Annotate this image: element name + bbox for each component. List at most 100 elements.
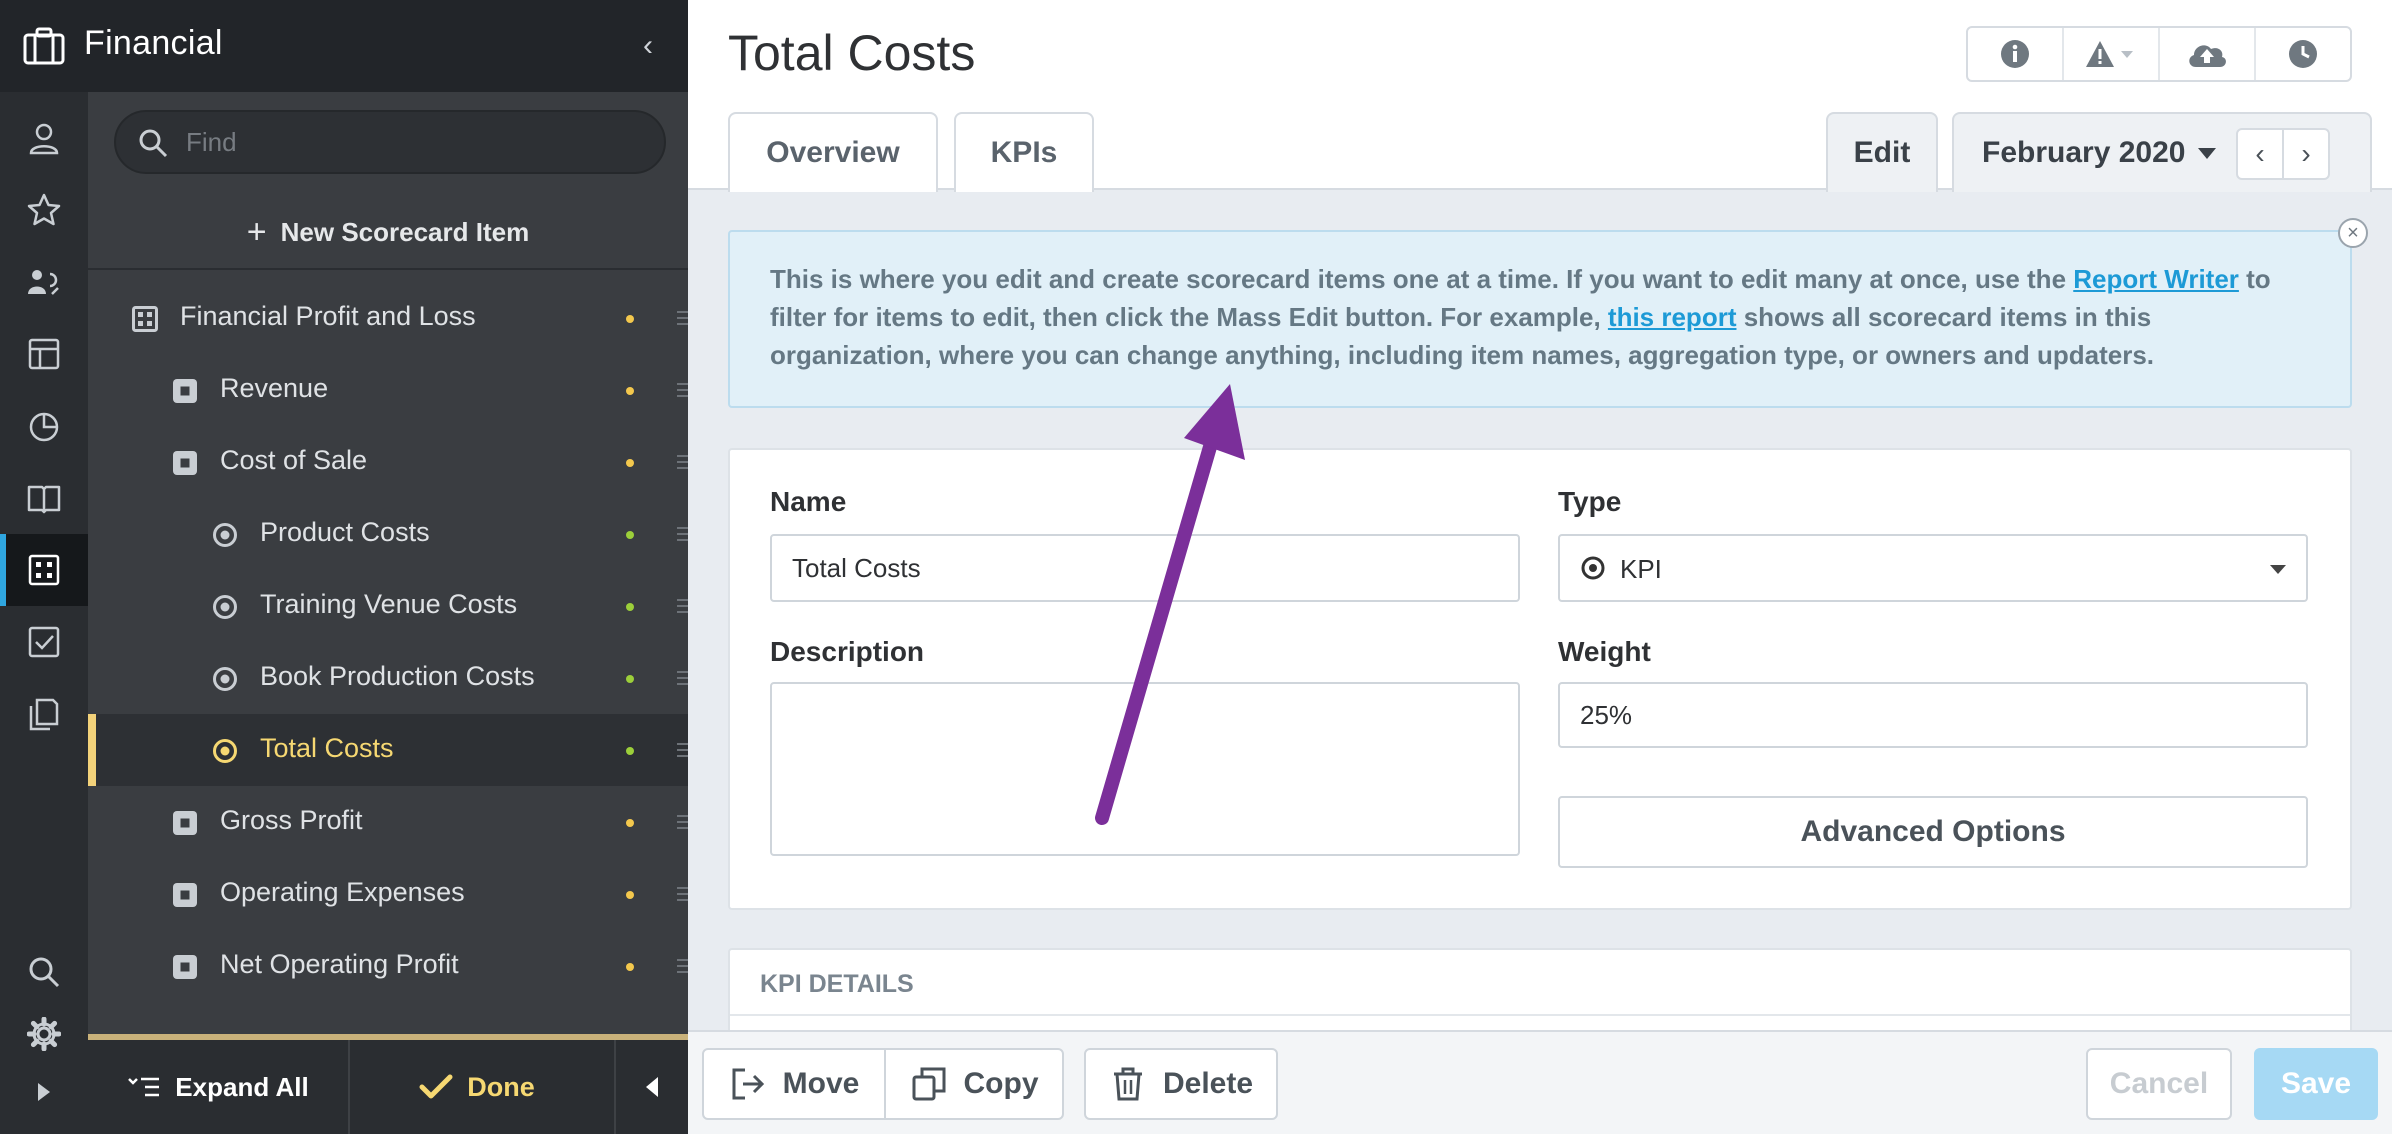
rail-gear-icon[interactable] <box>0 1004 88 1064</box>
move-icon <box>732 1068 764 1100</box>
tab-edit[interactable]: Edit <box>1826 112 1938 192</box>
rail-pie-chart-icon[interactable] <box>0 390 88 462</box>
drag-handle-icon[interactable] <box>677 741 688 759</box>
rail-people-icon[interactable] <box>0 246 88 318</box>
action-bar: Move Copy Delete Cancel Save <box>688 1030 2392 1134</box>
drag-handle-icon[interactable] <box>677 525 688 543</box>
tree-item[interactable]: Financial Profit and Loss <box>88 282 688 354</box>
expand-rail-icon[interactable] <box>0 1062 88 1122</box>
tree-item-label: Financial Profit and Loss <box>180 301 476 331</box>
caret-left-icon <box>646 1077 658 1097</box>
tree-item-label: Cost of Sale <box>220 445 368 475</box>
sidebar-footer: Expand All Done <box>88 1034 688 1134</box>
tree-item[interactable]: Training Venue Costs <box>88 570 688 642</box>
drag-handle-icon[interactable] <box>677 813 688 831</box>
advanced-options-button[interactable]: Advanced Options <box>1558 796 2308 868</box>
tree-item[interactable]: Gross Profit <box>88 786 688 858</box>
kpi-icon <box>212 666 238 692</box>
find-field[interactable] <box>114 110 666 174</box>
rail-user-icon[interactable] <box>0 102 88 174</box>
history-icon <box>2289 40 2317 68</box>
status-dot <box>626 747 634 755</box>
new-scorecard-item-button[interactable]: + New Scorecard Item <box>88 196 688 270</box>
info-button[interactable] <box>1968 28 2064 80</box>
collapse-tree-button[interactable] <box>614 1040 688 1134</box>
tree-item[interactable]: Revenue <box>88 354 688 426</box>
collapse-sidebar-icon[interactable]: ‹ <box>630 28 666 64</box>
description-textarea[interactable] <box>770 682 1520 856</box>
drag-handle-icon[interactable] <box>677 309 688 327</box>
rail-scorecard-icon[interactable] <box>0 534 88 606</box>
new-scorecard-item-label: New Scorecard Item <box>280 216 530 247</box>
rail-checkbox-icon[interactable] <box>0 606 88 678</box>
tab-overview[interactable]: Overview <box>728 112 938 192</box>
period-selector[interactable]: February 2020 ‹ › <box>1952 112 2372 192</box>
previous-period-button[interactable]: ‹ <box>2236 128 2284 180</box>
status-dot <box>626 387 634 395</box>
period-caret-icon <box>2198 148 2216 159</box>
type-select[interactable]: KPI <box>1558 534 2308 602</box>
weight-label: Weight <box>1558 636 1651 667</box>
expand-tree-icon <box>128 1077 160 1097</box>
find-input[interactable] <box>186 122 646 162</box>
drag-handle-icon[interactable] <box>677 957 688 975</box>
report-writer-link[interactable]: Report Writer <box>2073 264 2239 294</box>
sidebar: Financial ‹ Find + New Scorecard Item Fi… <box>0 0 688 1134</box>
tree-item[interactable]: Cost of Sale <box>88 426 688 498</box>
kpi-type-icon <box>1581 556 1605 580</box>
move-label: Move <box>782 1067 860 1100</box>
rail-book-icon[interactable] <box>0 462 88 534</box>
drag-handle-icon[interactable] <box>677 885 688 903</box>
next-period-button[interactable]: › <box>2282 128 2330 180</box>
status-dot <box>626 891 634 899</box>
tree-item[interactable]: Product Costs <box>88 498 688 570</box>
drag-handle-icon[interactable] <box>677 669 688 687</box>
weight-input[interactable] <box>1558 682 2308 748</box>
tree-item-label: Operating Expenses <box>220 877 465 907</box>
status-dot <box>626 963 634 971</box>
status-dot <box>626 675 634 683</box>
name-input[interactable] <box>770 534 1520 602</box>
status-dot <box>626 531 634 539</box>
done-label: Done <box>467 1071 535 1102</box>
kpi-icon <box>212 738 238 764</box>
rail-documents-icon[interactable] <box>0 678 88 750</box>
name-label: Name <box>770 486 847 517</box>
drag-handle-icon[interactable] <box>677 597 688 615</box>
tree-item[interactable]: Operating Expenses <box>88 858 688 930</box>
rail-search-icon[interactable] <box>0 942 88 1002</box>
divider <box>730 1014 2350 1016</box>
copy-label: Copy <box>963 1067 1039 1100</box>
alerts-button[interactable] <box>2064 28 2160 80</box>
tree-item[interactable]: Total Costs <box>88 714 688 786</box>
type-value: KPI <box>1620 554 1662 584</box>
kpi-icon <box>212 594 238 620</box>
save-button[interactable]: Save <box>2254 1048 2378 1120</box>
delete-button[interactable]: Delete <box>1084 1048 1278 1120</box>
expand-all-label: Expand All <box>175 1071 309 1102</box>
briefcase-icon <box>23 27 65 65</box>
this-report-link[interactable]: this report <box>1608 302 1737 332</box>
tree-item[interactable]: Net Operating Profit <box>88 930 688 1002</box>
tree-item-label: Training Venue Costs <box>260 589 518 619</box>
done-button[interactable]: Done <box>352 1040 602 1134</box>
expand-all-button[interactable]: Expand All <box>88 1040 350 1134</box>
main-panel: Total Costs Overview KPIs Edit February … <box>688 0 2392 1134</box>
rail-dashboard-icon[interactable] <box>0 318 88 390</box>
rail-star-icon[interactable] <box>0 174 88 246</box>
info-text: This is where you edit and create scorec… <box>770 264 2074 294</box>
drag-handle-icon[interactable] <box>677 453 688 471</box>
move-button[interactable]: Move <box>702 1048 886 1120</box>
search-icon <box>139 129 168 158</box>
tree-item[interactable]: Book Production Costs <box>88 642 688 714</box>
copy-button[interactable]: Copy <box>884 1048 1064 1120</box>
objective-icon <box>172 882 198 908</box>
tree-item-label: Product Costs <box>260 517 430 547</box>
history-button[interactable] <box>2256 28 2350 80</box>
app-title: Financial <box>84 24 223 62</box>
close-banner-icon[interactable]: × <box>2338 218 2368 248</box>
tab-kpis[interactable]: KPIs <box>954 112 1094 192</box>
upload-button[interactable] <box>2160 28 2256 80</box>
cancel-button[interactable]: Cancel <box>2086 1048 2232 1120</box>
drag-handle-icon[interactable] <box>677 381 688 399</box>
